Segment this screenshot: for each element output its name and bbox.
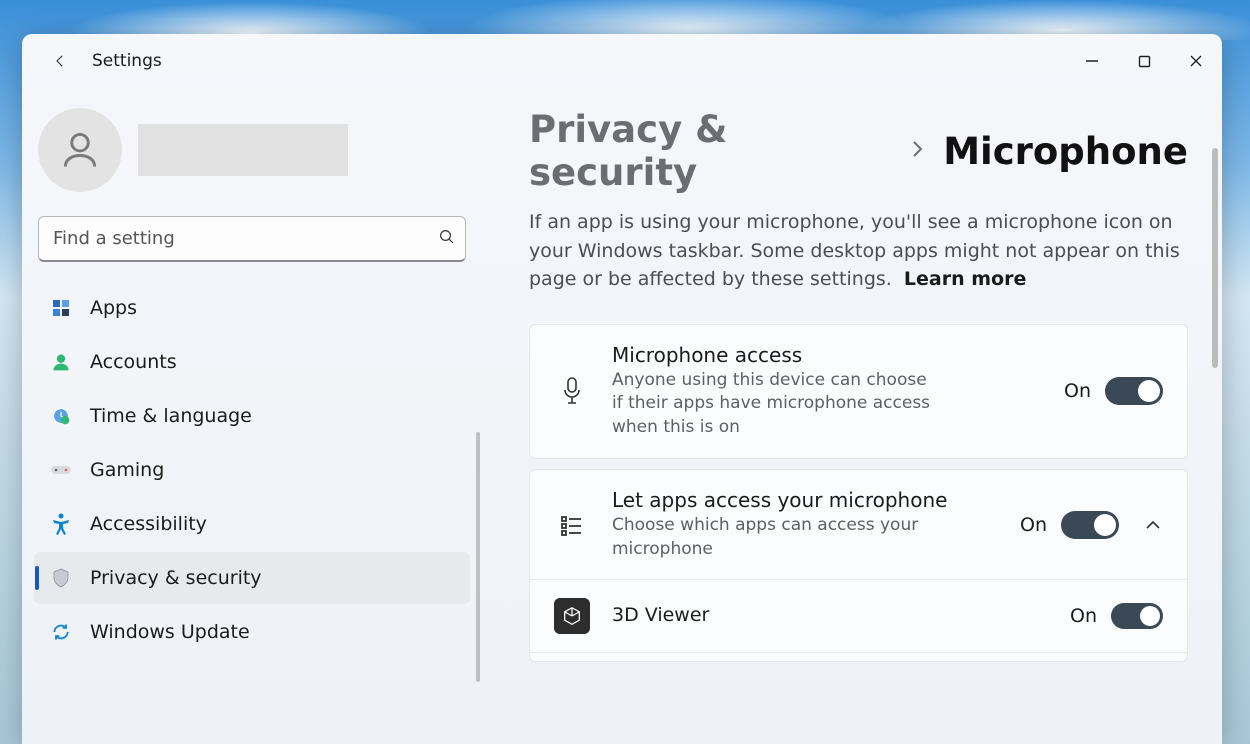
breadcrumb: Privacy & security Microphone (529, 108, 1188, 194)
setting-title: Let apps access your microphone (612, 488, 998, 512)
sidebar-item-apps[interactable]: Apps (34, 282, 470, 334)
chevron-right-icon (909, 138, 925, 164)
setting-sub: Choose which apps can access your microp… (612, 514, 932, 562)
setting-title: Microphone access (612, 343, 1042, 367)
apps-access-toggle[interactable] (1061, 511, 1119, 539)
main-panel: Privacy & security Microphone If an app … (482, 88, 1222, 744)
app-icon-3d-viewer (554, 598, 590, 634)
toggle-state: On (1070, 605, 1097, 627)
apps-access-card: Let apps access your microphone Choose w… (529, 469, 1188, 663)
learn-more-link[interactable]: Learn more (904, 268, 1026, 290)
close-button[interactable] (1170, 41, 1222, 81)
accessibility-icon (50, 513, 72, 535)
shield-icon (50, 567, 72, 589)
gamepad-icon (50, 459, 72, 481)
app-3d-toggle[interactable] (1111, 603, 1163, 629)
nav-label: Accessibility (90, 513, 207, 535)
nav-label: Accounts (90, 351, 177, 373)
main-scrollbar[interactable] (1212, 148, 1218, 368)
clock-icon (50, 405, 72, 427)
avatar (38, 108, 122, 192)
titlebar: Settings (22, 34, 1222, 88)
nav-label: Privacy & security (90, 567, 262, 589)
search-input[interactable] (38, 216, 466, 262)
sidebar-item-update[interactable]: Windows Update (34, 606, 470, 658)
sidebar-item-gaming[interactable]: Gaming (34, 444, 470, 496)
breadcrumb-parent[interactable]: Privacy & security (529, 108, 891, 194)
app-name: 3D Viewer (612, 604, 1048, 626)
setting-sub: Anyone using this device can choose if t… (612, 369, 932, 440)
nav-label: Apps (90, 297, 137, 319)
update-icon (50, 621, 72, 643)
sidebar: Apps Accounts Time & language (22, 88, 482, 744)
sidebar-item-accounts[interactable]: Accounts (34, 336, 470, 388)
settings-window: Settings (22, 34, 1222, 744)
profile-name-redacted (138, 124, 348, 176)
microphone-icon (554, 376, 590, 406)
list-icon (554, 513, 590, 537)
nav-label: Windows Update (90, 621, 250, 643)
mic-access-toggle[interactable] (1105, 377, 1163, 405)
page-description: If an app is using your microphone, you'… (529, 208, 1188, 294)
sidebar-item-privacy[interactable]: Privacy & security (34, 552, 470, 604)
profile-block[interactable] (34, 108, 470, 216)
minimize-button[interactable] (1066, 41, 1118, 81)
accounts-icon (50, 351, 72, 373)
sidebar-item-time[interactable]: Time & language (34, 390, 470, 442)
nav-label: Time & language (90, 405, 252, 427)
apps-icon (50, 297, 72, 319)
breadcrumb-current: Microphone (943, 130, 1188, 173)
back-button[interactable] (40, 41, 80, 81)
nav-label: Gaming (90, 459, 164, 481)
sidebar-item-accessibility[interactable]: Accessibility (34, 498, 470, 550)
chevron-up-icon[interactable] (1143, 520, 1163, 530)
toggle-state: On (1020, 514, 1047, 536)
mic-access-card: Microphone access Anyone using this devi… (529, 324, 1188, 459)
window-title: Settings (92, 51, 162, 71)
search-icon (438, 228, 456, 250)
sidebar-scrollbar[interactable] (476, 432, 480, 682)
nav-list: Apps Accounts Time & language (34, 282, 470, 658)
toggle-state: On (1064, 380, 1091, 402)
maximize-button[interactable] (1118, 41, 1170, 81)
